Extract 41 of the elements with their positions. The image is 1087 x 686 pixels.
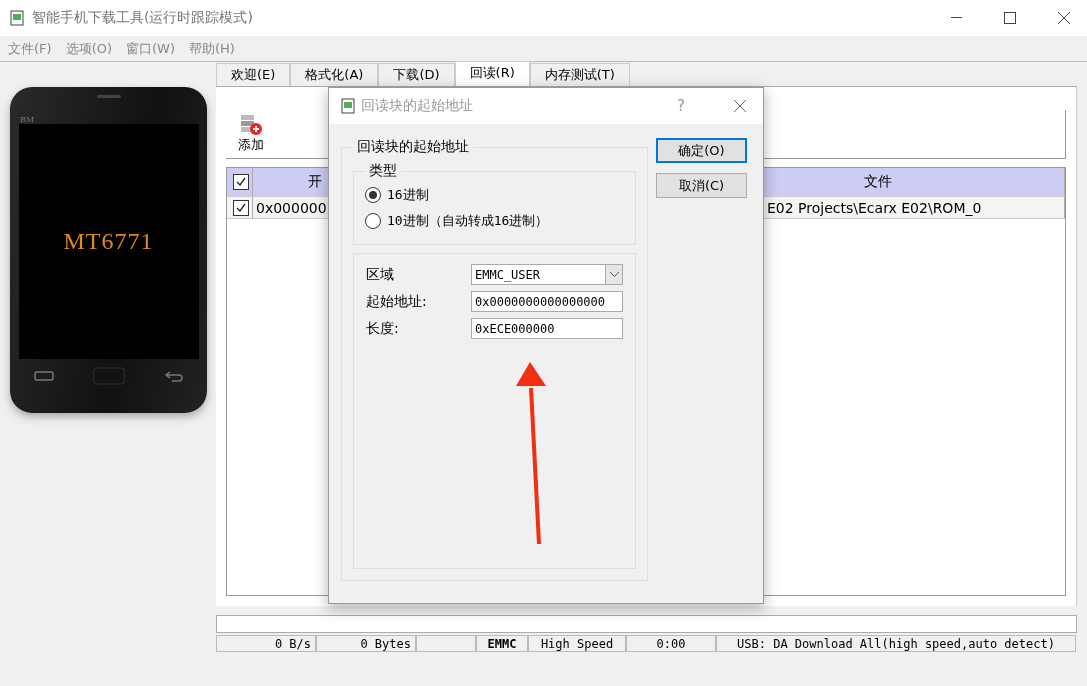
caret-icon [609,272,619,277]
tab[interactable]: 回读(R) [454,61,530,86]
database-add-icon [239,114,263,136]
tab[interactable]: 下载(D) [378,63,455,86]
radio-dot-icon [369,191,377,199]
window-title: 智能手机下载工具(运行时跟踪模式) [32,9,254,27]
field-label: 起始地址: [366,292,427,311]
checkbox[interactable] [233,174,249,190]
status-cell: 0:00 [626,635,716,652]
checkbox[interactable] [233,199,249,216]
speaker-slot-icon [96,95,121,98]
region-dropdown[interactable]: EMMC_USER [471,264,623,285]
menu-key-icon [33,371,54,381]
status-cell: EMMC [476,635,528,652]
dialog-button[interactable]: 确定(O) [656,138,747,163]
chip-label: MT6771 [63,228,154,255]
field-label: 长度: [366,319,399,338]
app-icon [341,98,355,114]
input-field[interactable]: 0xECE000000 [471,318,623,339]
minimize-icon [950,17,962,19]
home-key-icon [92,367,125,385]
dialog-title: 回读块的起始地址 [361,97,474,115]
close-icon [1058,12,1070,24]
status-cell: High Speed [528,635,626,652]
dialog-button[interactable]: 取消(C) [656,173,747,198]
status-cell: 0 B/s [216,635,316,652]
back-key-icon [163,370,184,382]
maximize-icon [1004,12,1016,24]
tab[interactable]: 格式化(A) [290,63,379,86]
app-icon [10,10,24,26]
group-title: 回读块的起始地址 [356,138,470,156]
field-label: 区域 [366,265,394,284]
tab[interactable]: 欢迎(E) [216,63,291,86]
status-cell: USB: DA Download All(high speed,auto detect) [716,635,1076,652]
tab[interactable]: 内存测试(T) [529,63,630,86]
input-field[interactable]: 0x0000000000000000 [471,291,623,312]
add-button[interactable]: 添加 [226,110,276,158]
status-cell [416,635,476,652]
status-cell: 0 Bytes [316,635,416,652]
close-icon [734,100,746,112]
phone-brand: BM [20,115,35,124]
